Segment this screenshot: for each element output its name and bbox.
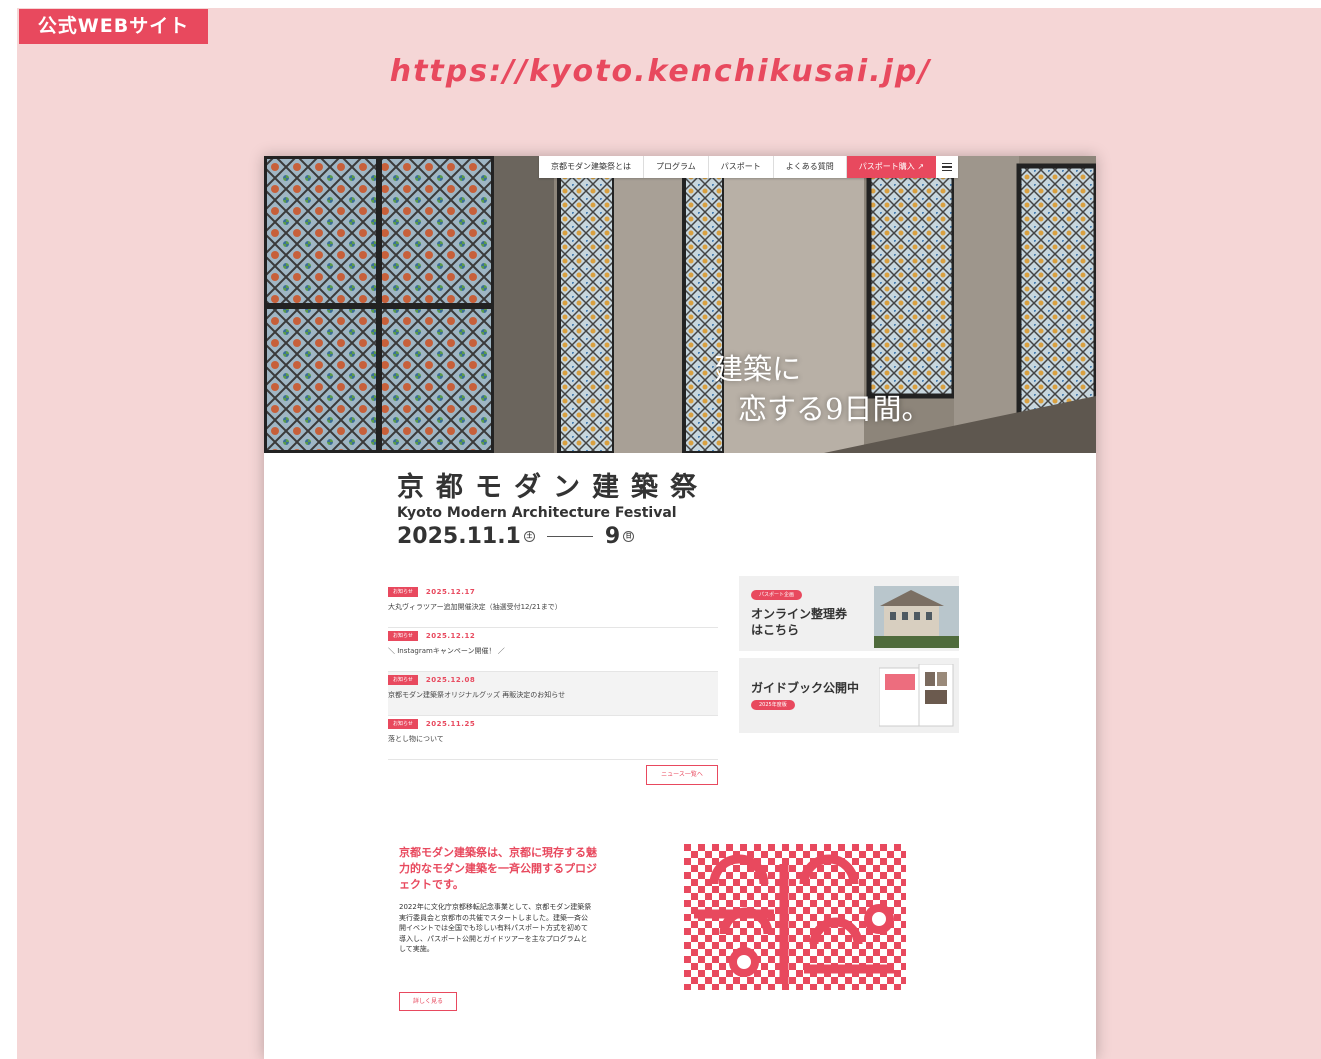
- news-badge: お知らせ: [388, 587, 418, 597]
- news-date: 2025.12.08: [425, 676, 476, 684]
- read-more-button[interactable]: 詳しく見る: [399, 992, 457, 1011]
- news-item[interactable]: お知らせ 2025.12.17 大丸ヴィラツアー追加開催決定（抽選受付12/21ま…: [388, 584, 718, 628]
- about-body: 2022年に文化庁京都移転記念事業として、京都モダン建築祭実行委員会と京都市の共…: [399, 903, 592, 953]
- buy-passport-button[interactable]: パスポート購入 ↗: [846, 156, 937, 178]
- card-title: ガイドブック公開中: [751, 681, 860, 695]
- site-url[interactable]: https://kyoto.kenchikusai.jp/: [0, 54, 1321, 89]
- catch-line-1: 建築に: [714, 352, 802, 386]
- card-title: オンライン整理券 はこちら: [751, 606, 847, 638]
- news-item[interactable]: お知らせ 2025.11.25 落とし物について: [388, 716, 718, 760]
- card-title-line-1: オンライン整理券: [751, 607, 848, 621]
- external-link-icon: ↗: [917, 162, 925, 171]
- weekday-sat-icon: 土: [523, 531, 535, 542]
- section-label: 公式WEBサイト: [19, 9, 208, 44]
- stained-glass-photo: [264, 156, 1096, 453]
- card-pill: パスポート企画: [751, 590, 803, 600]
- festival-title: 京都モダン建築祭: [397, 472, 709, 503]
- festival-logo-graphic: [684, 844, 906, 990]
- guidebook-thumbnail: [879, 664, 954, 727]
- nav-item-faq[interactable]: よくある質問: [774, 156, 847, 178]
- nav-item-passport[interactable]: パスポート: [709, 156, 774, 178]
- news-title: 落とし物について: [388, 735, 444, 743]
- date-dash: [546, 536, 593, 537]
- guidebook-card[interactable]: ガイドブック公開中 2025年度版: [739, 658, 959, 733]
- news-list: お知らせ 2025.12.17 大丸ヴィラツアー追加開催決定（抽選受付12/21ま…: [388, 584, 718, 760]
- news-date: 2025.12.12: [425, 632, 476, 640]
- card-title-line-2: はこちら: [751, 623, 800, 637]
- news-badge: お知らせ: [388, 631, 418, 641]
- news-item[interactable]: お知らせ 2025.12.08 京都モダン建築祭オリジナルグッズ 再販決定のお知ら…: [388, 672, 718, 716]
- nav-item-about[interactable]: 京都モダン建築祭とは: [539, 156, 644, 178]
- global-nav: 京都モダン建築祭とは プログラム パスポート よくある質問 パスポート購入 ↗: [539, 156, 959, 178]
- catch-line-2: 恋する9日間。: [738, 392, 931, 426]
- news-title: ＼ Instagramキャンペーン開催！ ／: [388, 647, 505, 655]
- news-date: 2025.11.25: [425, 720, 476, 728]
- festival-subtitle: Kyoto Modern Architecture Festival: [397, 505, 677, 521]
- buy-passport-label: パスポート購入: [858, 162, 915, 171]
- hero-image: 京都モダン建築祭とは プログラム パスポート よくある質問 パスポート購入 ↗ …: [264, 156, 1096, 453]
- date-end: 9: [604, 524, 621, 549]
- news-title: 京都モダン建築祭オリジナルグッズ 再販決定のお知らせ: [388, 691, 566, 699]
- news-more-button[interactable]: ニュース一覧へ: [646, 765, 718, 785]
- hero-catchcopy: 建築に 恋する9日間。: [714, 349, 930, 429]
- website-screenshot: 京都モダン建築祭とは プログラム パスポート よくある質問 パスポート購入 ↗ …: [264, 156, 1096, 1059]
- date-start: 2025.11.1: [397, 524, 521, 549]
- hamburger-icon[interactable]: [936, 156, 958, 178]
- building-thumbnail: [874, 586, 959, 648]
- nav-item-program[interactable]: プログラム: [644, 156, 709, 178]
- card-pill: 2025年度版: [751, 700, 795, 710]
- news-date: 2025.12.17: [425, 588, 476, 596]
- online-ticket-card[interactable]: パスポート企画 オンライン整理券 はこちら: [739, 576, 959, 651]
- weekday-sun-icon: 日: [623, 531, 635, 542]
- festival-dates: 2025.11.1 土 9 日: [397, 524, 635, 549]
- news-item[interactable]: お知らせ 2025.12.12 ＼ Instagramキャンペーン開催！ ／: [388, 628, 718, 672]
- news-badge: お知らせ: [388, 719, 418, 729]
- news-badge: お知らせ: [388, 675, 418, 685]
- about-lead: 京都モダン建築祭は、京都に現存する魅力的なモダン建築を一斉公開するプロジェクトで…: [399, 846, 597, 891]
- news-title: 大丸ヴィラツアー追加開催決定（抽選受付12/21まで）: [388, 603, 562, 611]
